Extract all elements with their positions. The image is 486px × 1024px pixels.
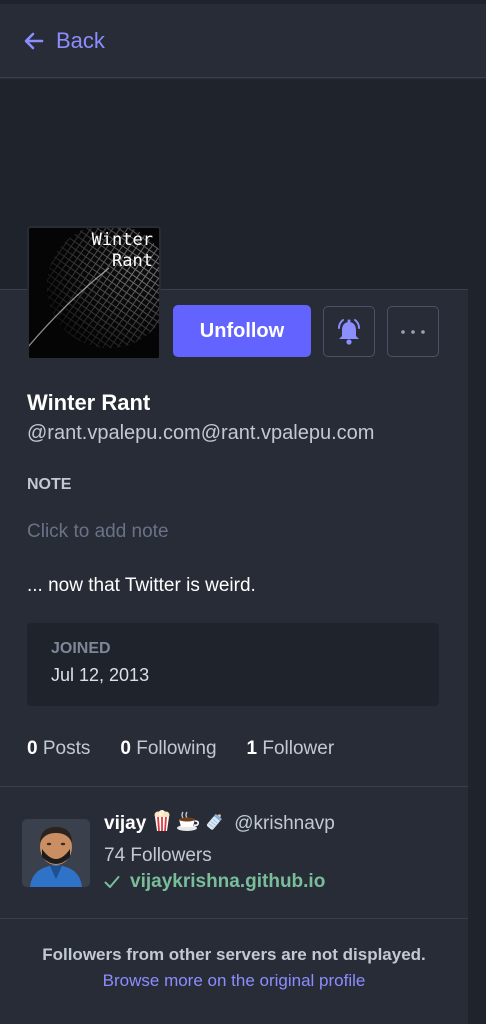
joined-date: Jul 12, 2013 — [51, 665, 150, 685]
scrollbar-track[interactable] — [468, 79, 486, 1024]
profile-avatar[interactable]: Winter Rant — [27, 226, 161, 360]
followers-count-link[interactable]: 1 Follower — [247, 738, 335, 760]
divider — [0, 918, 468, 919]
posts-label: Posts — [42, 738, 91, 759]
divider — [0, 786, 468, 787]
follower-name-row[interactable]: vijay @krishnavp — [104, 810, 335, 838]
follower-handle: @krishnavp — [234, 813, 335, 834]
verified-domain: vijaykrishna.github.io — [130, 871, 326, 892]
avatar-caption-line-1: Winter — [91, 230, 153, 250]
note-label: NOTE — [27, 476, 72, 493]
column-header: Back — [0, 4, 486, 78]
remote-followers-notice: Followers from other servers are not dis… — [0, 942, 468, 994]
back-label: Back — [56, 27, 105, 53]
more-options-button[interactable] — [387, 306, 439, 357]
coffee-icon — [176, 810, 200, 838]
avatar-caption: Winter Rant — [92, 230, 153, 272]
followers-count: 1 — [246, 738, 258, 759]
memoji-avatar-image — [22, 819, 90, 887]
profile-display-name: Winter Rant — [27, 390, 151, 415]
posts-count: 0 — [27, 738, 38, 759]
joined-card: JOINED Jul 12, 2013 — [27, 623, 439, 706]
follower-display-name: vijay — [104, 813, 147, 834]
original-profile-link[interactable]: Browse more on the original profile — [0, 968, 468, 994]
arrow-left-icon — [24, 32, 44, 49]
following-count-link[interactable]: 0 Following — [120, 738, 216, 760]
follower-emojis — [152, 810, 230, 838]
note-input[interactable]: Click to add note — [27, 521, 169, 543]
avatar-caption-line-2: Rant — [112, 251, 153, 271]
following-label: Following — [136, 738, 217, 759]
popcorn-icon — [152, 810, 172, 838]
profile-acct-handle: @rant.vpalepu.com@rant.vpalepu.com — [27, 422, 375, 444]
notice-message: Followers from other servers are not dis… — [42, 945, 426, 964]
posts-count-link[interactable]: 0 Posts — [27, 738, 90, 760]
notify-button[interactable] — [323, 306, 375, 357]
back-button[interactable]: Back — [22, 28, 105, 54]
followers-label: Follower — [262, 738, 335, 759]
baby-bottle-icon — [204, 810, 226, 838]
profile-bio: ... now that Twitter is weird. — [27, 575, 256, 596]
joined-label: JOINED — [51, 640, 111, 657]
bell-ringing-icon — [338, 318, 360, 345]
verified-link[interactable]: vijaykrishna.github.io — [104, 871, 325, 893]
follower-followers-count: 74 Followers — [104, 845, 212, 866]
following-count: 0 — [120, 738, 131, 759]
ellipsis-icon — [401, 329, 425, 334]
profile-counts: 0 Posts 0 Following 1 Follower — [27, 738, 364, 760]
unfollow-button[interactable]: Unfollow — [173, 305, 311, 357]
checkmark-icon — [104, 876, 120, 888]
follower-avatar[interactable] — [22, 819, 90, 887]
